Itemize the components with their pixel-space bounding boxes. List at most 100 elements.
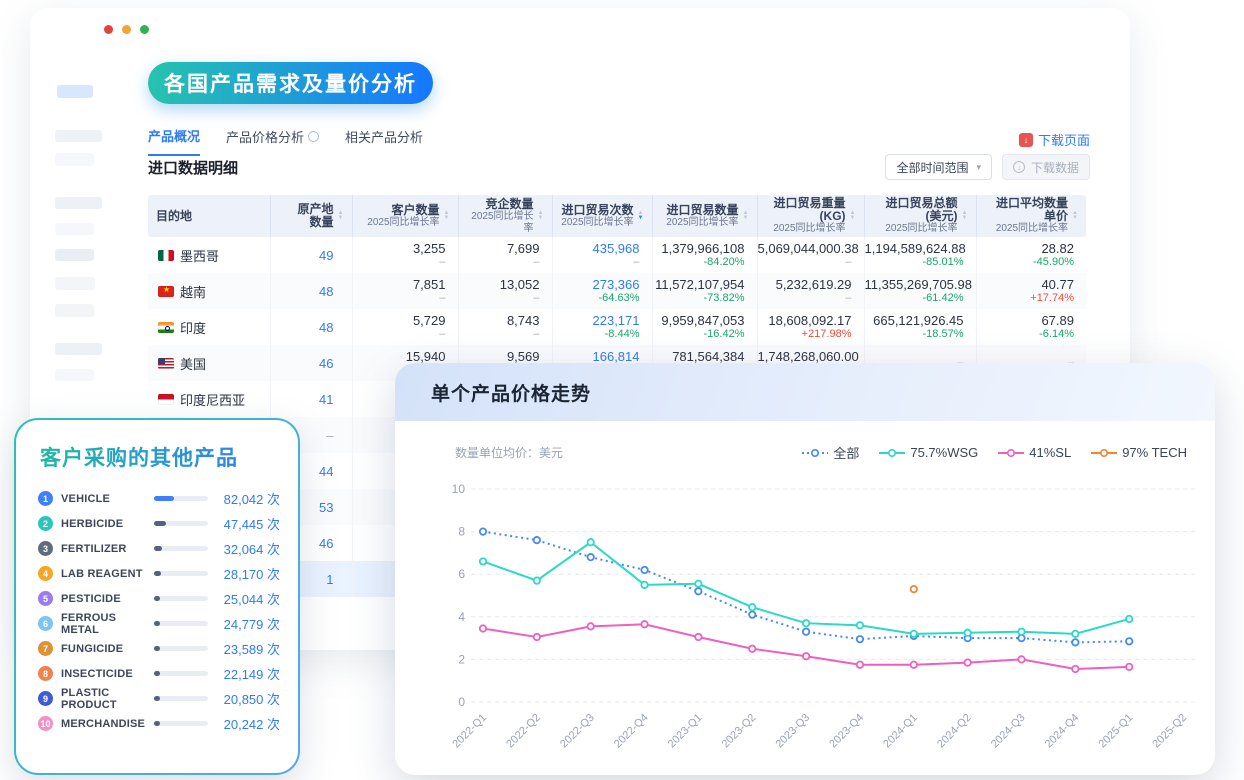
product-list-item[interactable]: 6FERROUS METAL24,779 次 — [38, 611, 280, 636]
rank-badge: 6 — [38, 616, 53, 631]
svg-text:2023-Q1: 2023-Q1 — [666, 712, 705, 751]
download-page-button[interactable]: ↓ 下载页面 — [1019, 130, 1090, 149]
rank-badge: 2 — [38, 516, 53, 531]
product-bar — [154, 646, 208, 651]
legend-item[interactable]: 全部 — [802, 443, 859, 462]
product-list-item[interactable]: 2HERBICIDE47,445 次 — [38, 511, 280, 536]
cell-value[interactable]: 166,814 — [553, 349, 640, 364]
country-name: 墨西哥 — [180, 246, 219, 265]
legend-item[interactable]: 97% TECH — [1091, 445, 1187, 460]
skeleton-bar — [55, 153, 94, 166]
cell-value: 18,608,092.17 — [758, 313, 852, 328]
svg-text:2025-Q1: 2025-Q1 — [1097, 712, 1136, 751]
destination-cell[interactable]: 印度 — [148, 318, 258, 337]
sort-carets[interactable]: ▲▼ — [538, 211, 544, 221]
column-header[interactable]: 进口贸易数量2025同比增长率▲▼ — [652, 195, 757, 237]
product-list-item[interactable]: 4LAB REAGENT28,170 次 — [38, 561, 280, 586]
product-list-item[interactable]: 1VEHICLE82,042 次 — [38, 486, 280, 511]
column-label: 进口贸易重量(KG) — [766, 197, 846, 223]
svg-text:2022-Q2: 2022-Q2 — [504, 712, 543, 751]
tab-label: 产品价格分析 — [226, 127, 304, 146]
time-range-value: 全部时间范围 — [896, 159, 968, 176]
product-list-item[interactable]: 7FUNGICIDE23,589 次 — [38, 636, 280, 661]
maximize-window-icon[interactable] — [140, 25, 149, 34]
tab-label: 产品概况 — [148, 126, 200, 145]
skeleton-bar — [55, 130, 102, 142]
yoy-sublabel: 2025同比增长率 — [561, 217, 633, 229]
sort-carets[interactable]: ▲▼ — [638, 211, 644, 221]
sort-carets[interactable]: ▲▼ — [850, 211, 856, 221]
time-range-select[interactable]: 全部时间范围 ▾ — [885, 154, 992, 180]
cell-value[interactable]: 273,366 — [553, 277, 640, 292]
sort-carets[interactable]: ▲▼ — [338, 211, 344, 221]
close-window-icon[interactable] — [104, 25, 113, 34]
product-list-item[interactable]: 9PLASTIC PRODUCT20,850 次 — [38, 686, 280, 711]
legend-item[interactable]: 75.7%WSG — [879, 445, 978, 460]
sort-carets[interactable]: ▲▼ — [1072, 211, 1078, 221]
cell-yoy: -61.42% — [865, 292, 964, 305]
rank-badge: 3 — [38, 541, 53, 556]
tab-1[interactable]: 产品概况 — [148, 126, 200, 156]
destination-cell[interactable]: 墨西哥 — [148, 246, 258, 265]
tab-2[interactable]: 产品价格分析 — [226, 127, 319, 155]
origin-count[interactable]: 48 — [271, 284, 340, 299]
page-title: 各国产品需求及量价分析 — [148, 62, 433, 104]
svg-text:2022-Q3: 2022-Q3 — [558, 712, 597, 751]
svg-text:2023-Q4: 2023-Q4 — [827, 712, 866, 751]
cell-yoy: – — [459, 256, 540, 269]
product-name: FUNGICIDE — [61, 643, 154, 655]
legend-item[interactable]: 41%SL — [998, 445, 1071, 460]
product-list-item[interactable]: 5PESTICIDE25,044 次 — [38, 586, 280, 611]
section-title: 进口数据明细 — [148, 157, 238, 178]
sort-carets[interactable]: ▲▼ — [743, 211, 749, 221]
product-bar — [154, 721, 208, 726]
cell-yoy: +217.98% — [758, 328, 852, 341]
table-header-row: 目的地原产地数量▲▼客户数量2025同比增长率▲▼竞企数量2025同比增长率▲▼… — [148, 195, 1086, 237]
origin-count[interactable]: 49 — [271, 248, 340, 263]
cell-value: 15,940 — [353, 349, 446, 364]
column-header[interactable]: 客户数量2025同比增长率 ▲▼ — [352, 195, 458, 237]
product-name: FERTILIZER — [61, 543, 154, 555]
origin-count[interactable]: 48 — [271, 320, 340, 335]
column-label: 客户数量 — [367, 204, 439, 217]
column-header[interactable]: 原产地数量▲▼ — [270, 195, 352, 237]
cell-yoy: – — [758, 292, 852, 305]
svg-text:2024-Q3: 2024-Q3 — [989, 712, 1028, 751]
svg-text:2023-Q3: 2023-Q3 — [773, 712, 812, 751]
product-list-item[interactable]: 8INSECTICIDE22,149 次 — [38, 661, 280, 686]
svg-text:4: 4 — [458, 610, 465, 624]
minimize-window-icon[interactable] — [122, 25, 131, 34]
column-header[interactable]: 进口贸易次数2025同比增长率▲▼ — [552, 195, 652, 237]
yoy-sublabel: 2025同比增长率 — [367, 217, 439, 229]
cell-yoy: -16.42% — [653, 328, 745, 341]
destination-cell[interactable]: 印度尼西亚 — [148, 390, 258, 409]
download-data-button[interactable]: ↓ 下载数据 — [1002, 154, 1090, 180]
cell-value[interactable]: 435,968 — [553, 241, 640, 256]
origin-count[interactable]: 41 — [271, 392, 340, 407]
product-list-item[interactable]: 3FERTILIZER32,064 次 — [38, 536, 280, 561]
column-header[interactable]: 进口贸易重量(KG)2025同比增长率▲▼ — [757, 195, 864, 237]
column-header[interactable]: 竞企数量2025同比增长率▲▼ — [458, 195, 552, 237]
cell-value: 781,564,384 — [653, 349, 745, 364]
product-bar — [154, 671, 208, 676]
product-count: 28,170 次 — [218, 564, 280, 583]
destination-cell[interactable]: 美国 — [148, 354, 258, 373]
tab-3[interactable]: 相关产品分析 — [345, 127, 423, 155]
cell-value[interactable]: 223,171 — [553, 313, 640, 328]
cell-yoy: – — [553, 256, 640, 269]
info-icon — [308, 131, 319, 142]
svg-text:6: 6 — [458, 567, 465, 581]
column-header[interactable]: 进口贸易总额(美元)2025同比增长率▲▼ — [864, 195, 976, 237]
product-list-item[interactable]: 10MERCHANDISE20,242 次 — [38, 711, 280, 736]
destination-cell[interactable]: 越南 — [148, 282, 258, 301]
table-row: 越南487,851–13,052–273,366-64.63%11,572,10… — [148, 273, 1086, 309]
column-header[interactable]: 进口平均数量单价2025同比增长率▲▼ — [976, 195, 1086, 237]
sort-carets[interactable]: ▲▼ — [962, 211, 968, 221]
skeleton-bar — [55, 197, 102, 209]
sort-carets[interactable]: ▲▼ — [444, 211, 450, 221]
cell-yoy: -8.44% — [553, 328, 640, 341]
legend-label: 全部 — [833, 443, 859, 462]
origin-count[interactable]: 46 — [271, 356, 340, 371]
cell-value: 3,255 — [353, 241, 446, 256]
product-name: PESTICIDE — [61, 593, 154, 605]
